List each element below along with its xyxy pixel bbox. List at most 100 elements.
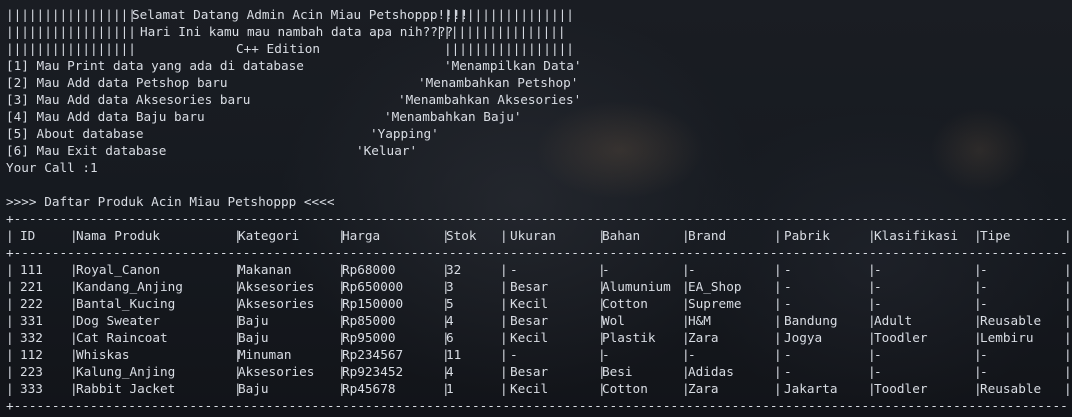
column-separator: | — [6, 296, 14, 311]
column-separator: | — [6, 262, 14, 277]
menu-item-label: [2] Mau Add data Petshop baru — [6, 75, 228, 90]
table-cell: 4 — [446, 364, 454, 379]
table-bottom-border: +---------------------------------------… — [6, 398, 1066, 413]
table-cell: Besar — [510, 313, 549, 328]
menu-item-desc: 'Keluar' — [356, 143, 418, 158]
table-cell: Zara — [688, 381, 719, 396]
column-separator: | — [500, 347, 508, 362]
table-cell: - — [874, 262, 882, 277]
table-cell: Rp923452 — [342, 364, 404, 379]
banner-welcome-text: Selamat Datang Admin Acin Miau Petshoppp… — [132, 7, 469, 22]
column-separator: | — [774, 381, 782, 396]
table-cell: Besar — [510, 279, 549, 294]
column-header: Kategori — [238, 228, 300, 243]
column-header: Bahan — [602, 228, 641, 243]
column-separator: | — [500, 262, 508, 277]
table-cell: Baju — [238, 330, 269, 345]
column-separator: | — [6, 381, 14, 396]
table-cell: - — [980, 279, 988, 294]
table-cell: - — [602, 347, 610, 362]
table-cell: - — [510, 347, 518, 362]
column-separator: | — [6, 330, 14, 345]
column-separator: | — [1064, 313, 1072, 328]
table-cell: - — [874, 296, 882, 311]
menu-item-desc: 'Menambahkan Baju' — [384, 109, 522, 124]
table-cell: 112 — [20, 347, 43, 362]
table-cell: 223 — [20, 364, 43, 379]
table-cell: Minuman — [238, 347, 292, 362]
banner-bars-right: ||||||||||||||||| — [444, 41, 574, 56]
terminal-window[interactable]: ||||||||||||||||| Selamat Datang Admin A… — [0, 0, 1072, 417]
column-separator: | — [1064, 330, 1072, 345]
column-separator: | — [6, 347, 14, 362]
table-cell: Rp68000 — [342, 262, 396, 277]
table-cell: Rabbit Jacket — [76, 381, 176, 396]
table-header-border: +---------------------------------------… — [6, 245, 1066, 260]
prompt-value[interactable]: 1 — [90, 159, 98, 176]
menu-item-label: [5] About database — [6, 126, 144, 141]
column-separator: | — [1064, 364, 1072, 379]
prompt-label: Your Call : — [6, 160, 98, 175]
table-cell: Plastik — [602, 330, 656, 345]
table-cell: Besi — [602, 364, 633, 379]
table-cell: Bantal_Kucing — [76, 296, 176, 311]
banner-bars-left: ||||||||||||||||| — [6, 24, 152, 39]
menu-item-add-petshop: [2] Mau Add data Petshop baru 'Menambahk… — [6, 74, 578, 91]
menu-item-exit: [6] Mau Exit database 'Keluar' — [6, 142, 417, 159]
table-cell: - — [784, 347, 792, 362]
table-cell: - — [510, 262, 518, 277]
table-cell: Kandang_Anjing — [76, 279, 183, 294]
column-separator: | — [774, 313, 782, 328]
table-cell: Royal_Canon — [76, 262, 161, 277]
menu-item-add-baju: [4] Mau Add data Baju baru 'Menambahkan … — [6, 108, 522, 125]
column-separator: | — [1064, 279, 1072, 294]
table-cell: Rp234567 — [342, 347, 404, 362]
menu-item-desc: 'Menambahkan Petshop' — [418, 75, 579, 90]
banner-line-1: ||||||||||||||||| Selamat Datang Admin A… — [6, 6, 574, 23]
table-cell: Cotton — [602, 296, 648, 311]
table-cell: - — [874, 279, 882, 294]
menu-item-about: [5] About database 'Yapping' — [6, 125, 439, 142]
table-cell: H&M — [688, 313, 711, 328]
table-cell: - — [784, 364, 792, 379]
table-cell: Makanan — [238, 262, 292, 277]
table-cell: Jakarta — [784, 381, 838, 396]
table-cell: - — [602, 262, 610, 277]
menu-item-label: [4] Mau Add data Baju baru — [6, 109, 205, 124]
table-cell: Besar — [510, 364, 549, 379]
menu-item-label: [1] Mau Print data yang ada di database — [6, 58, 304, 73]
column-separator: | — [500, 381, 508, 396]
table-cell: - — [980, 296, 988, 311]
table-cell: Bandung — [784, 313, 838, 328]
table-cell: Baju — [238, 313, 269, 328]
table-cell: - — [874, 364, 882, 379]
column-header: Brand — [688, 228, 727, 243]
table-cell: - — [784, 262, 792, 277]
column-separator: | — [500, 296, 508, 311]
column-header: ID — [20, 228, 36, 243]
table-cell: Kecil — [510, 296, 549, 311]
column-separator: | — [6, 313, 14, 328]
table-cell: 222 — [20, 296, 43, 311]
column-separator: | — [774, 279, 782, 294]
column-header: Pabrik — [784, 228, 830, 243]
column-separator: | — [6, 364, 14, 379]
column-separator: | — [1064, 381, 1072, 396]
table-cell: - — [688, 347, 696, 362]
column-separator: | — [500, 313, 508, 328]
table-cell: Rp95000 — [342, 330, 396, 345]
column-separator: | — [774, 296, 782, 311]
table-cell: Adidas — [688, 364, 734, 379]
input-prompt[interactable]: Your Call : 1 — [6, 159, 98, 176]
column-separator: | — [774, 330, 782, 345]
table-cell: Kecil — [510, 330, 549, 345]
table-cell: Kecil — [510, 381, 549, 396]
table-cell: Zara — [688, 330, 719, 345]
list-title: >>>> Daftar Produk Acin Miau Petshoppp <… — [6, 194, 335, 209]
table-cell: Rp150000 — [342, 296, 404, 311]
column-separator: | — [1064, 347, 1072, 362]
banner-bars-left: ||||||||||||||||| — [6, 7, 144, 22]
table-cell: 6 — [446, 330, 454, 345]
column-header: Ukuran — [510, 228, 556, 243]
table-cell: Aksesories — [238, 279, 315, 294]
